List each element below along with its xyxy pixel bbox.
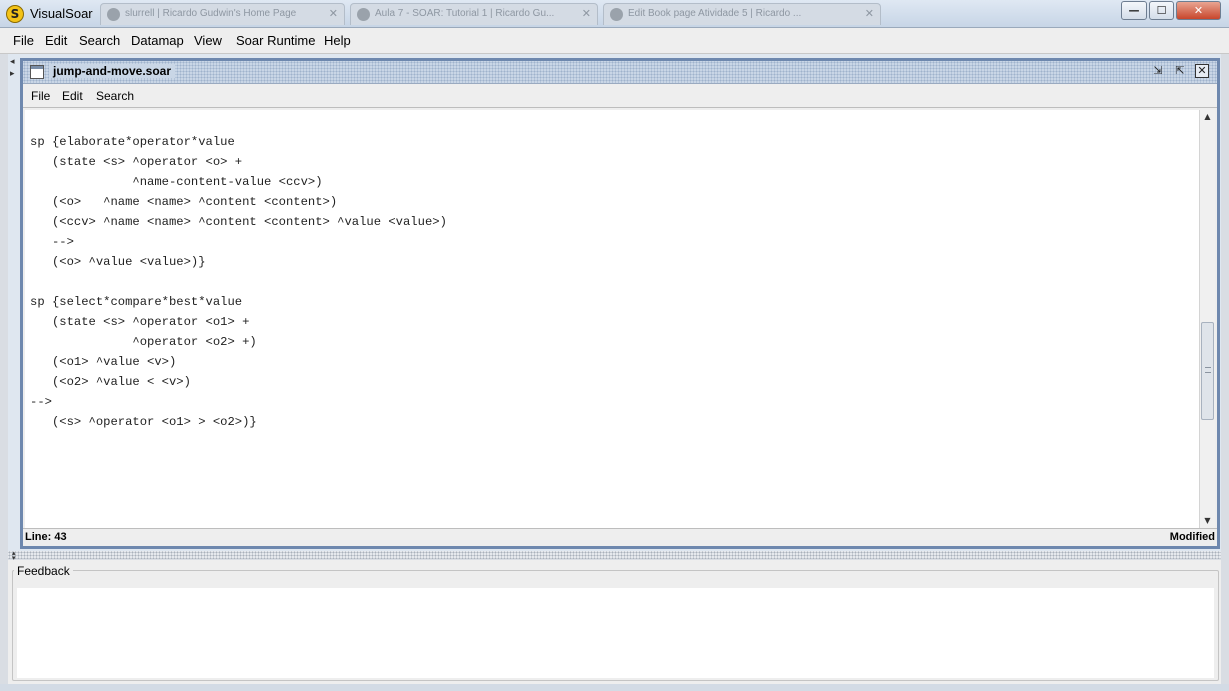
browser-favicon-icon (107, 8, 120, 21)
background-tab-label: Edit Book page Atividade 5 | Ricardo ... (628, 8, 802, 19)
editor-frame-titlebar[interactable]: jump-and-move.soar ⇲ ⇱ ✕ (23, 61, 1217, 84)
tab-close-icon[interactable]: ✕ (329, 7, 338, 20)
window-bottom-border (0, 684, 1229, 691)
frame-iconify-button[interactable]: ⇲ (1151, 64, 1165, 78)
editor-frame-title: jump-and-move.soar (49, 64, 176, 78)
scrollbar-grip-icon (1205, 367, 1211, 373)
code-line[interactable]: (<s> ^operator <o1> > <o2>)} (30, 412, 447, 432)
background-tab-label: slurrell | Ricardo Gudwin's Home Page (125, 8, 297, 19)
modified-status: Modified (1169, 531, 1215, 543)
window-title: VisualSoar (30, 6, 93, 21)
menu-datamap[interactable]: Datamap (131, 33, 184, 48)
code-line[interactable]: ^operator <o2> +) (30, 332, 447, 352)
code-text[interactable]: sp {elaborate*operator*value (state <s> … (30, 112, 447, 432)
scrollbar-thumb[interactable] (1201, 322, 1214, 420)
editor-vertical-scrollbar[interactable]: ▲ ▼ (1199, 110, 1215, 528)
code-editor[interactable]: sp {elaborate*operator*value (state <s> … (25, 110, 1199, 528)
tab-close-icon[interactable]: ✕ (865, 7, 874, 20)
code-line[interactable]: (<o> ^name <name> ^content <content>) (30, 192, 447, 212)
editor-menu-file[interactable]: File (31, 89, 50, 103)
scroll-up-arrow-icon[interactable]: ▲ (1200, 110, 1215, 124)
frame-close-button[interactable]: ✕ (1195, 64, 1209, 78)
close-button[interactable]: ✕ (1176, 1, 1221, 20)
background-browser-tab[interactable]: Edit Book page Atividade 5 | Ricardo ...… (603, 3, 881, 25)
menu-file[interactable]: File (13, 33, 34, 48)
splitter-collapse-arrows[interactable]: ◂ ▸ (10, 56, 15, 80)
code-line[interactable]: sp {select*compare*best*value (30, 292, 447, 312)
code-line[interactable]: (<o1> ^value <v>) (30, 352, 447, 372)
feedback-list[interactable] (17, 588, 1214, 678)
menu-edit[interactable]: Edit (45, 33, 67, 48)
window-titlebar: S VisualSoar slurrell | Ricardo Gudwin's… (0, 0, 1229, 28)
line-number-status: Line: 43 (25, 531, 67, 543)
code-line[interactable]: (state <s> ^operator <o1> + (30, 312, 447, 332)
code-line[interactable]: (<o> ^value <value>)} (30, 252, 447, 272)
feedback-title: Feedback (14, 564, 73, 578)
menu-soar-runtime[interactable]: Soar Runtime (236, 33, 315, 48)
editor-internal-frame: jump-and-move.soar ⇲ ⇱ ✕ File Edit Searc… (20, 58, 1220, 549)
pane-splitter[interactable] (8, 551, 1221, 559)
code-line[interactable]: ^name-content-value <ccv>) (30, 172, 447, 192)
code-line[interactable]: (<ccv> ^name <name> ^content <content> ^… (30, 212, 447, 232)
editor-menu-search[interactable]: Search (96, 89, 134, 103)
visualsoar-logo-icon: S (6, 5, 24, 23)
feedback-panel: Feedback (8, 560, 1221, 684)
maximize-button[interactable]: ☐ (1149, 1, 1174, 20)
browser-favicon-icon (357, 8, 370, 21)
editor-statusbar: Line: 43 Modified (23, 528, 1217, 546)
minimize-button[interactable]: — (1121, 1, 1147, 20)
feedback-group-box (12, 570, 1219, 681)
frame-maximize-button[interactable]: ⇱ (1173, 64, 1187, 78)
code-line[interactable]: --> (30, 232, 447, 252)
main-menubar: File Edit Search Datamap View Soar Runti… (0, 28, 1229, 54)
menu-search[interactable]: Search (79, 33, 120, 48)
browser-favicon-icon (610, 8, 623, 21)
code-line[interactable]: sp {elaborate*operator*value (30, 132, 447, 152)
menu-view[interactable]: View (194, 33, 222, 48)
editor-menu-edit[interactable]: Edit (62, 89, 83, 103)
code-line[interactable]: (<o2> ^value < <v>) (30, 372, 447, 392)
code-line[interactable]: (state <s> ^operator <o> + (30, 152, 447, 172)
background-browser-tab[interactable]: Aula 7 - SOAR: Tutorial 1 | Ricardo Gu..… (350, 3, 598, 25)
document-icon (30, 65, 44, 79)
background-tab-label: Aula 7 - SOAR: Tutorial 1 | Ricardo Gu..… (375, 8, 555, 19)
tab-close-icon[interactable]: ✕ (582, 7, 591, 20)
code-line[interactable] (30, 112, 447, 132)
code-line[interactable] (30, 272, 447, 292)
code-line[interactable]: --> (30, 392, 447, 412)
editor-menubar: File Edit Search (23, 85, 1217, 108)
scroll-down-arrow-icon[interactable]: ▼ (1200, 514, 1215, 528)
menu-help[interactable]: Help (324, 33, 351, 48)
background-browser-tab[interactable]: slurrell | Ricardo Gudwin's Home Page ✕ (100, 3, 345, 25)
